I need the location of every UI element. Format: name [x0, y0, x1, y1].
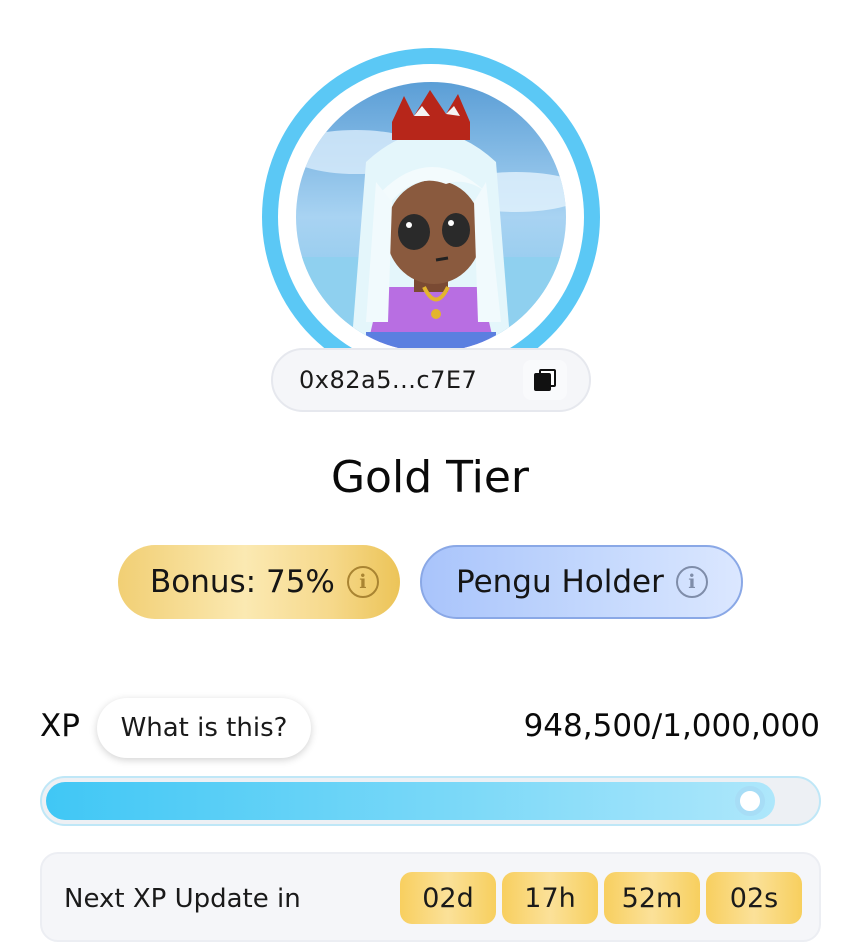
copy-address-button[interactable] — [523, 360, 567, 400]
what-is-this-button[interactable]: What is this? — [97, 698, 311, 758]
bonus-info-icon[interactable]: i — [346, 566, 379, 598]
xp-label: XP — [40, 708, 80, 744]
countdown-hours: 17h — [502, 872, 598, 924]
avatar-image — [296, 82, 566, 352]
countdown-minutes: 52m — [604, 872, 700, 924]
next-update-card: Next XP Update in 02d 17h 52m 02s — [40, 852, 821, 942]
bonus-label: Bonus: 75% — [150, 564, 335, 600]
pengu-holder-badge: Pengu Holder i — [420, 545, 743, 619]
avatar — [262, 48, 600, 386]
holder-label: Pengu Holder — [456, 564, 664, 600]
xp-progress-fill — [46, 782, 775, 820]
wallet-address-pill: 0x82a5...c7E7 — [271, 348, 591, 412]
profile-page: 0x82a5...c7E7 Gold Tier Bonus: 75% i Pen… — [0, 0, 860, 946]
countdown-days: 02d — [400, 872, 496, 924]
xp-value: 948,500/1,000,000 — [523, 708, 820, 744]
xp-progress-knob — [735, 786, 765, 816]
copy-icon — [534, 369, 556, 391]
holder-info-icon[interactable]: i — [675, 566, 708, 598]
bonus-badge: Bonus: 75% i — [118, 545, 400, 619]
avatar-illustration — [296, 82, 566, 352]
next-update-label: Next XP Update in — [64, 884, 301, 914]
wallet-address: 0x82a5...c7E7 — [299, 366, 478, 394]
tier-title: Gold Tier — [330, 452, 530, 503]
xp-progress-bar — [40, 776, 821, 826]
countdown-seconds: 02s — [706, 872, 802, 924]
